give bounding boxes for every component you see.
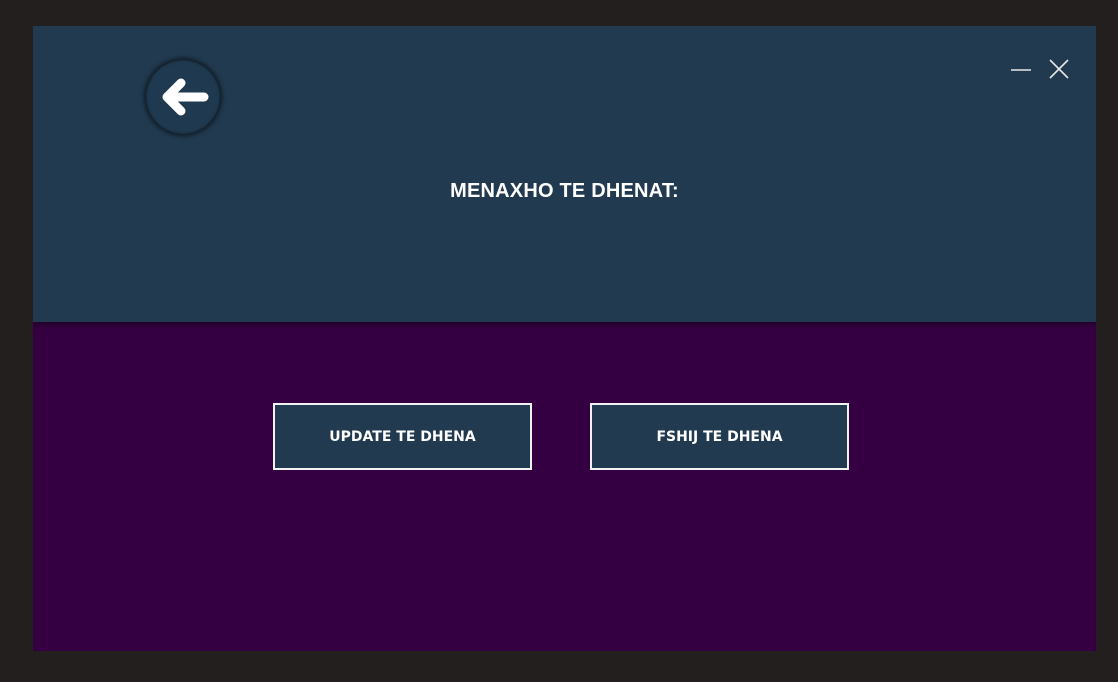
delete-data-button[interactable]: FSHIJ TE DHENA bbox=[590, 403, 849, 470]
close-icon bbox=[1049, 59, 1069, 79]
minimize-icon bbox=[1011, 69, 1031, 71]
back-button[interactable] bbox=[146, 60, 220, 134]
minimize-button[interactable] bbox=[1008, 56, 1034, 82]
content-panel: UPDATE TE DHENA FSHIJ TE DHENA bbox=[33, 322, 1096, 651]
update-data-button[interactable]: UPDATE TE DHENA bbox=[273, 403, 532, 470]
app-window: MENAXHO TE DHENAT: UPDATE TE DHENA FSHIJ… bbox=[33, 26, 1096, 651]
update-data-label: UPDATE TE DHENA bbox=[329, 428, 476, 445]
delete-data-label: FSHIJ TE DHENA bbox=[656, 428, 783, 445]
close-button[interactable] bbox=[1046, 56, 1072, 82]
header-panel: MENAXHO TE DHENAT: bbox=[33, 26, 1096, 322]
arrow-left-icon bbox=[162, 78, 209, 116]
page-title: MENAXHO TE DHENAT: bbox=[450, 180, 679, 202]
